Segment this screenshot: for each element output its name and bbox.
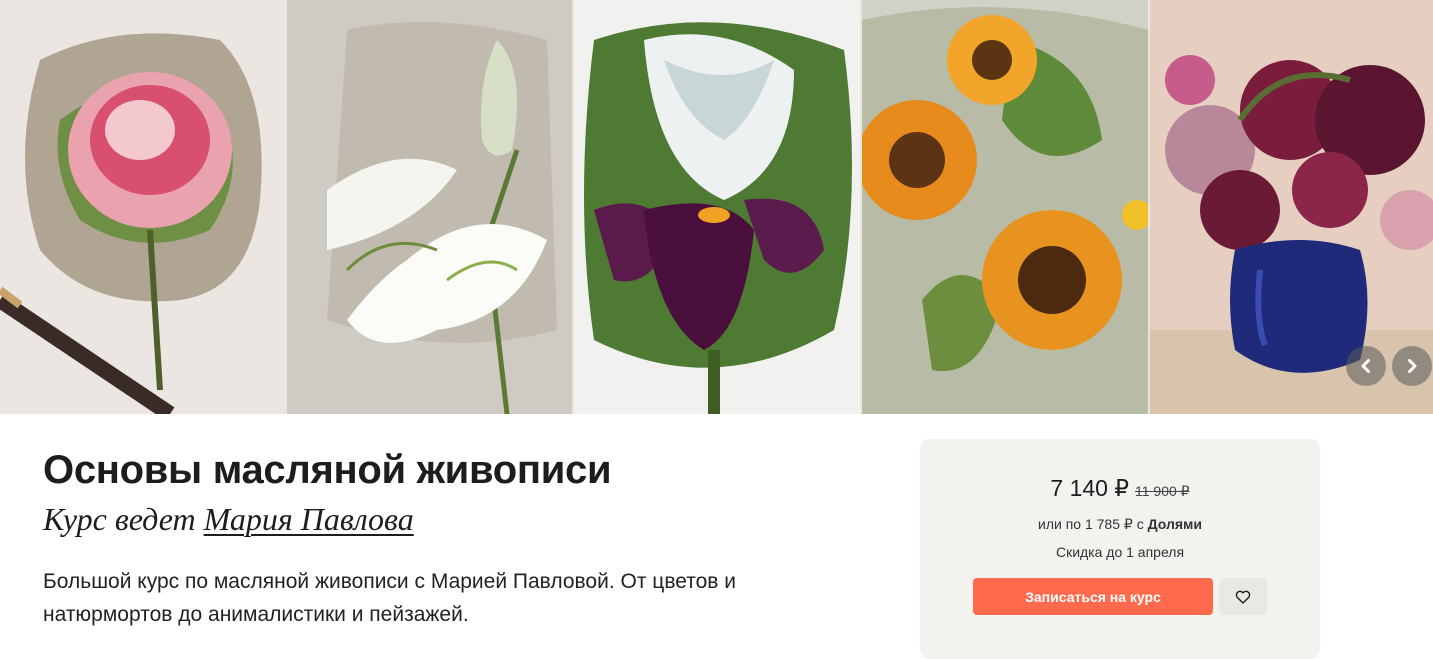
price-card: 7 140 ₽11 900 ₽ или по 1 785 ₽ с Долями … (920, 439, 1320, 659)
gallery-image-iris[interactable] (574, 0, 860, 414)
installment-note: или по 1 785 ₽ с Долями (920, 516, 1320, 533)
iris-painting (574, 0, 860, 414)
author-prefix: Курс ведет (43, 501, 204, 537)
peony-painting (0, 0, 285, 414)
favorite-button[interactable] (1219, 578, 1267, 615)
sunflowers-painting (862, 0, 1148, 414)
gallery-prev-button[interactable] (1346, 346, 1386, 386)
chevron-left-icon (1361, 359, 1370, 373)
heart-icon (1235, 590, 1251, 604)
chevron-right-icon (1408, 359, 1417, 373)
gallery-image-sunflowers[interactable] (862, 0, 1148, 414)
dahlias-painting (1150, 0, 1433, 414)
lily-painting (287, 0, 572, 414)
discount-note: Скидка до 1 апреля (1055, 544, 1185, 560)
current-price: 7 140 ₽ (1050, 475, 1129, 501)
gallery-image-lily[interactable] (287, 0, 572, 414)
gallery-image-dahlias[interactable] (1150, 0, 1433, 414)
gallery-image-peony[interactable] (0, 0, 285, 414)
course-description: Большой курс по масляной живописи с Мари… (43, 570, 737, 626)
course-title: Основы масляной живописи (43, 448, 612, 492)
author-link[interactable]: Мария Павлова (204, 501, 414, 537)
gallery-next-button[interactable] (1392, 346, 1432, 386)
enroll-button[interactable]: Записаться на курс (973, 578, 1213, 615)
installment-provider: Долями (1147, 516, 1202, 532)
installment-prefix: или по 1 785 ₽ с (1038, 516, 1148, 532)
course-author-line: Курс ведет Мария Павлова (43, 497, 414, 541)
price-row: 7 140 ₽ 11 900 ₽ (920, 475, 1320, 502)
old-price: 11 900 ₽ (1135, 483, 1190, 499)
image-gallery (0, 0, 1433, 414)
